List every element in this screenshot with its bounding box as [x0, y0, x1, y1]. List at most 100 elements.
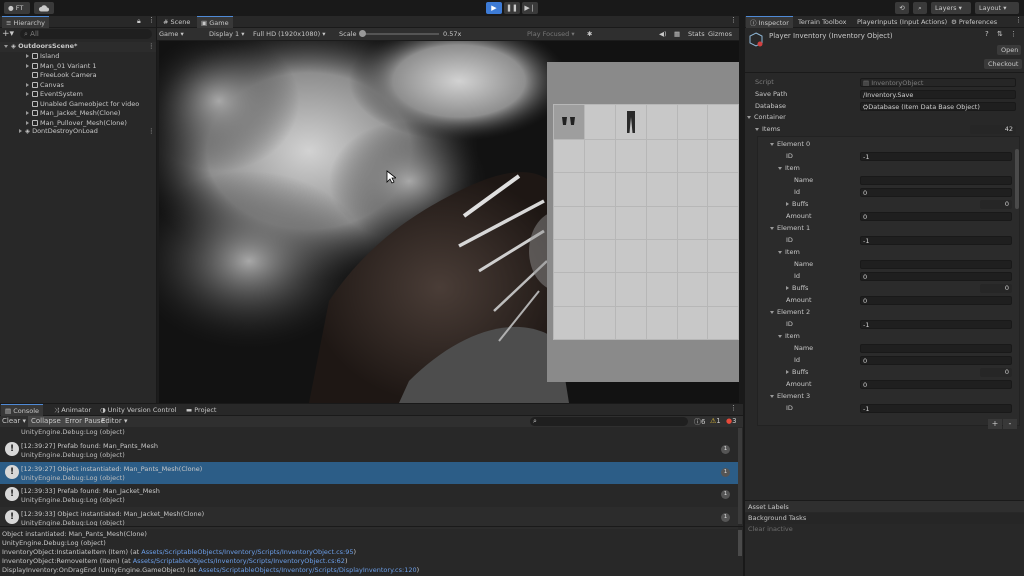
inventory-slot[interactable]: [615, 105, 646, 139]
tab-terrain-toolbox[interactable]: Terrain Toolbox: [794, 16, 850, 28]
open-button[interactable]: Open: [997, 45, 1021, 55]
stacktrace-scrollbar[interactable]: [738, 530, 742, 556]
resolution-dropdown[interactable]: Full HD (1920x1080) ▾: [253, 28, 326, 40]
audio-icon[interactable]: ◀): [659, 28, 667, 40]
items-foldout[interactable]: Items: [755, 124, 780, 136]
scale-slider-thumb[interactable]: [359, 30, 366, 37]
hierarchy-item[interactable]: Man_01 Variant 1: [0, 62, 156, 72]
tab-game[interactable]: ▣ Game: [197, 16, 233, 28]
amount-input[interactable]: 0: [860, 296, 1012, 305]
bug-icon[interactable]: ✱: [587, 28, 592, 40]
more-options-icon[interactable]: ⋮: [148, 42, 155, 52]
pause-button[interactable]: ❚❚: [504, 2, 520, 14]
clear-inactive-button[interactable]: Clear inactive: [748, 525, 793, 533]
inventory-slot[interactable]: [708, 273, 738, 306]
inventory-slot[interactable]: [585, 173, 615, 206]
inventory-slot[interactable]: [677, 140, 708, 173]
console-message[interactable]: ! [12:39:27] Object instantiated: Man_Pan…: [0, 461, 738, 484]
console-search-input[interactable]: ⌕: [530, 417, 688, 426]
add-element-button[interactable]: +: [988, 419, 1002, 429]
message-scrollbar[interactable]: [738, 428, 742, 524]
tab-scene[interactable]: # Scene: [159, 16, 194, 28]
inventory-slot[interactable]: [615, 173, 646, 206]
inventory-slot[interactable]: [585, 206, 615, 239]
tab-hierarchy[interactable]: ≡ Hierarchy: [2, 16, 49, 28]
scene-row[interactable]: ◈ OutdoorsScene* ⋮: [0, 42, 156, 52]
game-mode-dropdown[interactable]: Game ▾: [159, 28, 184, 40]
inventory-slot[interactable]: [646, 105, 677, 139]
inventory-slot[interactable]: [554, 105, 584, 139]
clear-dropdown[interactable]: Clear ▾: [2, 417, 26, 425]
element-foldout[interactable]: Element 2: [770, 307, 810, 319]
hierarchy-item[interactable]: Unabled Gameobject for video: [0, 100, 156, 110]
item-foldout[interactable]: Item: [778, 247, 800, 259]
inventory-slot[interactable]: [708, 306, 738, 339]
inventory-slot[interactable]: [677, 273, 708, 306]
display-dropdown[interactable]: Display 1 ▾: [209, 28, 245, 40]
tab-player-inputs[interactable]: PlayerInputs (Input Actions): [853, 16, 951, 28]
inventory-slot[interactable]: [585, 306, 615, 339]
buffs-foldout[interactable]: Buffs: [786, 367, 808, 379]
inventory-slot[interactable]: [708, 140, 738, 173]
id-input[interactable]: -1: [860, 404, 1012, 413]
search-button[interactable]: ⌕: [913, 2, 927, 14]
item-foldout[interactable]: Item: [778, 331, 800, 343]
inventory-slot[interactable]: [585, 239, 615, 273]
id-input[interactable]: -1: [860, 152, 1012, 161]
inventory-slot[interactable]: [554, 206, 584, 239]
layout-dropdown[interactable]: Layout ▾: [975, 2, 1019, 14]
inventory-slot[interactable]: [615, 140, 646, 173]
inventory-slot[interactable]: [554, 273, 584, 306]
layers-dropdown[interactable]: Layers ▾: [931, 2, 971, 14]
error-filter-toggle[interactable]: ●3: [726, 417, 737, 425]
console-message[interactable]: ! [12:39:33] Prefab found: Man_Jacket_Mes…: [0, 484, 738, 506]
inventory-slot[interactable]: [554, 173, 584, 206]
more-options-icon[interactable]: ⋮: [730, 16, 737, 24]
id-input[interactable]: -1: [860, 320, 1012, 329]
name-input[interactable]: [860, 176, 1012, 185]
inventory-slot[interactable]: [646, 140, 677, 173]
account-dropdown[interactable]: ● FT: [4, 2, 30, 14]
checkout-button[interactable]: Checkout: [984, 59, 1022, 69]
element-foldout[interactable]: Element 0: [770, 139, 810, 151]
lock-icon[interactable]: 🔒︎: [137, 17, 141, 26]
stacktrace-link[interactable]: Assets/ScriptableObjects/Inventory/Scrip…: [133, 557, 345, 565]
inventory-slot[interactable]: [677, 206, 708, 239]
buffs-count[interactable]: 0: [980, 368, 1012, 377]
hierarchy-item[interactable]: Man_Jacket_Mesh(Clone): [0, 109, 156, 119]
item-id-input[interactable]: 0: [860, 272, 1012, 281]
item-id-input[interactable]: 0: [860, 188, 1012, 197]
inventory-slot[interactable]: [677, 173, 708, 206]
hierarchy-item[interactable]: FreeLook Camera: [0, 71, 156, 81]
id-input[interactable]: -1: [860, 236, 1012, 245]
more-options-icon[interactable]: ⋮: [1015, 16, 1022, 24]
tab-inspector[interactable]: ⓘ Inspector: [746, 16, 793, 28]
settings-slider-icon[interactable]: ⇅: [997, 30, 1003, 38]
inventory-slot[interactable]: [615, 239, 646, 273]
buffs-count[interactable]: 0: [980, 284, 1012, 293]
inventory-slot[interactable]: [677, 239, 708, 273]
hierarchy-item[interactable]: Canvas: [0, 81, 156, 91]
play-focused-dropdown[interactable]: Play Focused ▾: [527, 28, 575, 40]
step-button[interactable]: ▶❘: [522, 2, 538, 14]
inventory-slot[interactable]: [554, 140, 584, 173]
buffs-foldout[interactable]: Buffs: [786, 199, 808, 211]
stacktrace-link[interactable]: Assets/ScriptableObjects/Inventory/Scrip…: [141, 548, 353, 556]
warning-filter-toggle[interactable]: ⚠1: [710, 417, 721, 425]
name-input[interactable]: [860, 344, 1012, 353]
inventory-slot[interactable]: [646, 239, 677, 273]
database-field[interactable]: ⛭Database (Item Data Base Object): [860, 102, 1016, 111]
list-scrollbar[interactable]: [1015, 149, 1019, 209]
inventory-slot[interactable]: [615, 306, 646, 339]
buffs-count[interactable]: 0: [980, 200, 1012, 209]
container-foldout[interactable]: Container: [747, 112, 786, 124]
amount-input[interactable]: 0: [860, 212, 1012, 221]
more-options-icon[interactable]: ⋮: [1010, 30, 1017, 38]
hierarchy-item[interactable]: EventSystem: [0, 90, 156, 100]
save-path-input[interactable]: /Inventory.Save: [860, 90, 1016, 99]
play-button[interactable]: ▶: [486, 2, 502, 14]
item-foldout[interactable]: Item: [778, 163, 800, 175]
more-options-icon[interactable]: ⋮: [730, 404, 737, 412]
inventory-slot[interactable]: [708, 239, 738, 273]
remove-element-button[interactable]: -: [1003, 419, 1017, 429]
